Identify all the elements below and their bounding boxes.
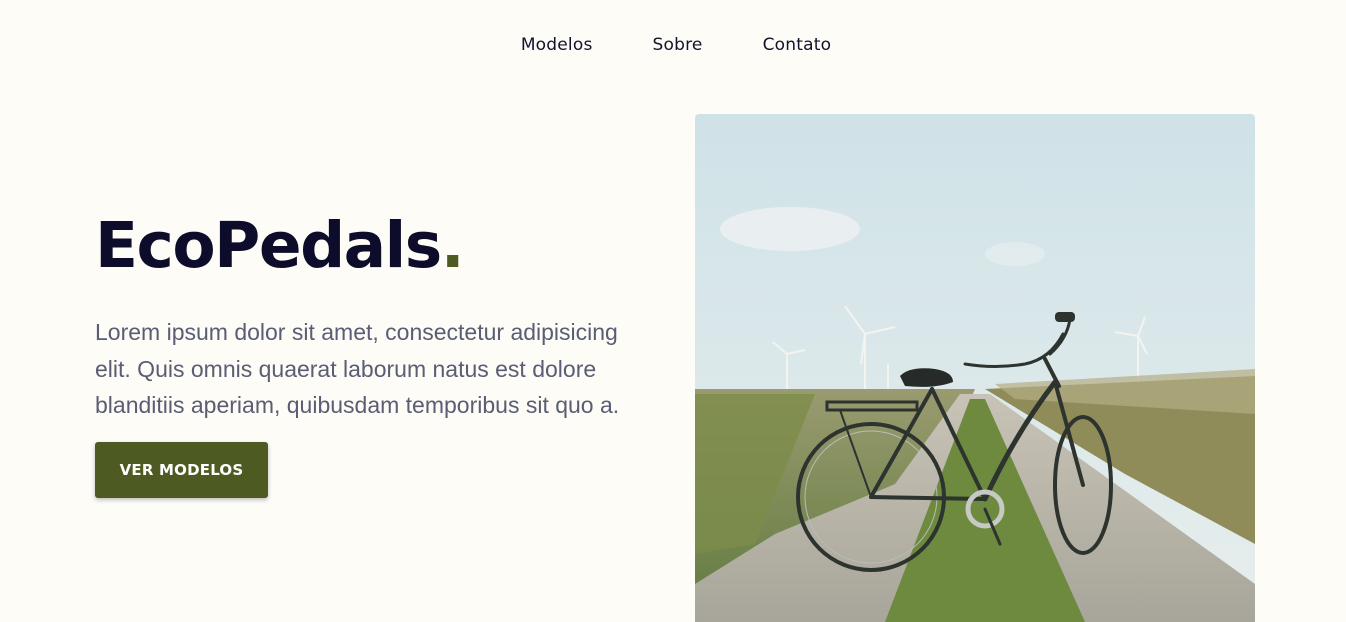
nav-list: Modelos Sobre Contato bbox=[521, 35, 831, 55]
nav-link-sobre[interactable]: Sobre bbox=[653, 35, 703, 55]
hero-title-dot: . bbox=[440, 209, 465, 282]
ver-modelos-button[interactable]: VER MODELOS bbox=[95, 442, 268, 498]
hero-image bbox=[695, 114, 1255, 622]
main-nav: Modelos Sobre Contato bbox=[0, 0, 1346, 90]
nav-link-contato[interactable]: Contato bbox=[763, 35, 832, 55]
bicycle-photo bbox=[695, 114, 1255, 622]
hero-title: EcoPedals. bbox=[95, 206, 465, 286]
hero-description: Lorem ipsum dolor sit amet, consectetur … bbox=[95, 319, 620, 418]
nav-link-modelos[interactable]: Modelos bbox=[521, 35, 593, 55]
hero-title-text: EcoPedals bbox=[95, 209, 442, 282]
